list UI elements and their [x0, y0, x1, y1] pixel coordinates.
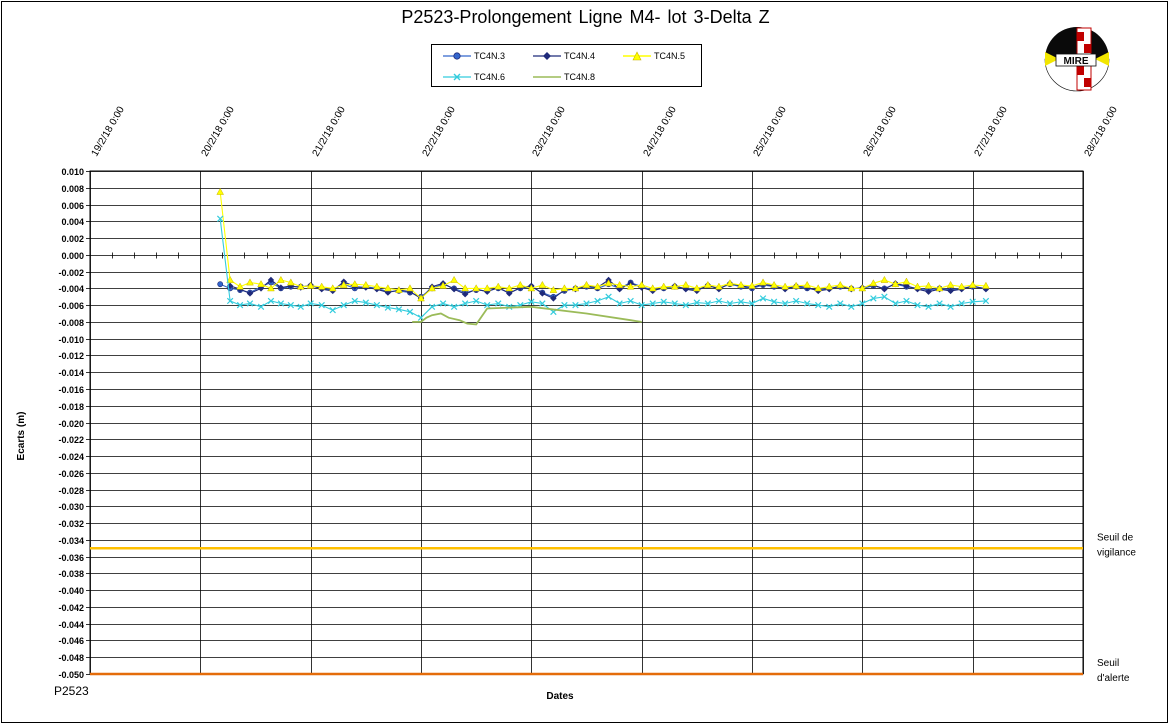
- threshold-label: d'alerte: [1097, 673, 1130, 684]
- series-layer: [216, 187, 990, 326]
- x-tick-label: 28/2/18 0:00: [1083, 104, 1121, 158]
- data-point: [450, 275, 458, 283]
- plot-area-border: [89, 170, 1084, 675]
- y-tick-label: 0.006: [61, 201, 84, 211]
- y-tick-label: -0.028: [58, 486, 84, 496]
- data-point: [538, 280, 547, 288]
- y-tick-label: -0.022: [58, 435, 84, 445]
- data-point: [848, 303, 855, 311]
- data-point: [902, 277, 911, 285]
- series-line: [219, 218, 986, 319]
- series-tc4n8: [412, 305, 642, 326]
- data-point: [329, 306, 336, 314]
- data-point: [350, 280, 359, 288]
- x-axis-label: Dates: [546, 691, 574, 702]
- series-tc4n6: [216, 215, 990, 321]
- y-tick-label: -0.024: [58, 452, 84, 462]
- data-point: [257, 303, 265, 311]
- data-point: [216, 187, 225, 195]
- y-tick-label: -0.048: [58, 653, 84, 663]
- x-tick-label: 21/2/18 0:00: [311, 104, 349, 158]
- x-tick-label: 22/2/18 0:00: [421, 104, 459, 158]
- y-tick-label: -0.042: [58, 603, 84, 613]
- y-tick-label: -0.006: [58, 301, 84, 311]
- data-point: [759, 295, 767, 302]
- data-point: [246, 278, 254, 286]
- data-point: [582, 280, 591, 288]
- x-tick-label: 20/2/18 0:00: [200, 104, 238, 158]
- data-point: [803, 280, 811, 288]
- x-tick-label: 26/2/18 0:00: [862, 104, 900, 158]
- footer-code: P2523: [54, 684, 89, 698]
- y-tick-label: -0.018: [58, 402, 84, 412]
- y-tick-label: -0.036: [58, 553, 84, 563]
- data-point: [759, 278, 767, 286]
- data-point: [947, 303, 954, 311]
- y-tick-label: -0.030: [58, 502, 84, 512]
- y-tick-label: -0.040: [58, 586, 84, 596]
- data-point: [946, 280, 955, 288]
- data-point: [605, 293, 612, 300]
- y-tick-label: -0.032: [58, 519, 84, 529]
- y-tick-label: 0.000: [61, 251, 84, 261]
- y-tick-label: -0.034: [58, 536, 84, 546]
- y-tick-label: -0.014: [58, 368, 84, 378]
- data-point: [277, 275, 285, 283]
- y-tick-label: 0.002: [61, 234, 84, 244]
- y-tick-label: -0.026: [58, 469, 84, 479]
- y-tick-label: -0.010: [58, 335, 84, 345]
- y-tick-label: -0.016: [58, 385, 84, 395]
- data-point: [968, 280, 977, 288]
- data-point: [428, 303, 436, 311]
- x-tick-label: 27/2/18 0:00: [973, 104, 1011, 158]
- data-point: [494, 282, 503, 290]
- data-point: [637, 280, 646, 288]
- data-point: [681, 280, 690, 288]
- y-tick-label: 0.004: [61, 217, 84, 227]
- threshold-label: Seuil de: [1097, 532, 1134, 543]
- y-tick-label: 0.010: [61, 167, 84, 177]
- x-tick-label: 23/2/18 0:00: [531, 104, 569, 158]
- grid-layer: [86, 170, 1084, 675]
- x-tick-label: 25/2/18 0:00: [752, 104, 790, 158]
- y-tick-label: -0.012: [58, 351, 84, 361]
- data-point: [406, 284, 414, 292]
- y-tick-label: -0.002: [58, 268, 84, 278]
- y-tick-label: 0.008: [61, 184, 84, 194]
- tick-layer: 0.010 0.008 0.006 0.004 0.002 0.000 -0.002 -0.0…: [58, 104, 1120, 680]
- y-axis-label: Ecarts (m): [16, 412, 27, 461]
- chart-svg: Seuil de vigilance Seuil d'alerte 0.010 0.00…: [16, 104, 1136, 702]
- threshold-label: vigilance: [1097, 547, 1136, 558]
- data-point: [516, 280, 525, 288]
- y-tick-label: -0.004: [58, 284, 84, 294]
- data-point: [450, 303, 458, 311]
- x-tick-label: 24/2/18 0:00: [642, 104, 680, 158]
- data-point: [217, 281, 224, 288]
- threshold-label: Seuil: [1097, 658, 1119, 669]
- y-tick-label: -0.020: [58, 419, 84, 429]
- y-tick-label: -0.046: [58, 636, 84, 646]
- y-tick-label: -0.050: [58, 670, 84, 680]
- data-point: [880, 275, 889, 283]
- threshold-layer: Seuil de vigilance Seuil d'alerte: [90, 532, 1136, 684]
- data-point: [836, 280, 845, 288]
- y-tick-label: -0.044: [58, 620, 84, 630]
- x-tick-label: 19/2/18 0:00: [90, 104, 128, 158]
- series-line: [219, 191, 986, 300]
- data-point: [924, 281, 933, 289]
- y-tick-label: -0.038: [58, 569, 84, 579]
- series-line: [412, 305, 642, 326]
- y-tick-label: -0.008: [58, 318, 84, 328]
